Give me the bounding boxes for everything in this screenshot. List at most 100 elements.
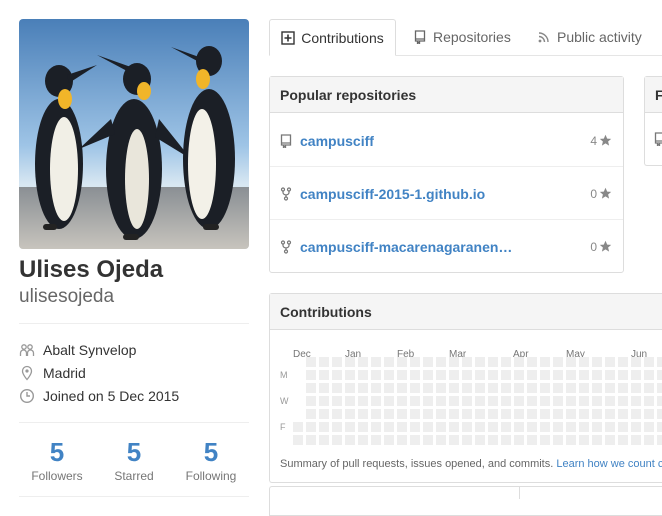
contribution-day-cell[interactable] (384, 383, 394, 393)
contribution-day-cell[interactable] (462, 383, 472, 393)
contribution-day-cell[interactable] (384, 409, 394, 419)
contribution-day-cell[interactable] (397, 435, 407, 445)
contribution-day-cell[interactable] (384, 422, 394, 432)
contribution-day-cell[interactable] (566, 409, 576, 419)
contribution-day-cell[interactable] (423, 357, 433, 367)
stat-followers[interactable]: 5 Followers (19, 438, 95, 483)
contribution-day-cell[interactable] (514, 370, 524, 380)
contribution-day-cell[interactable] (449, 370, 459, 380)
contribution-day-cell[interactable] (358, 435, 368, 445)
contribution-day-cell[interactable] (475, 409, 485, 419)
contribution-day-cell[interactable] (592, 409, 602, 419)
contribution-day-cell[interactable] (618, 357, 628, 367)
contribution-day-cell[interactable] (657, 357, 662, 367)
repo-name-link[interactable]: campusciff-2015-1.github.io (300, 186, 518, 202)
contribution-day-cell[interactable] (345, 422, 355, 432)
contribution-day-cell[interactable] (436, 435, 446, 445)
contribution-day-cell[interactable] (319, 370, 329, 380)
contribution-day-cell[interactable] (358, 357, 368, 367)
contribution-day-cell[interactable] (449, 435, 459, 445)
contribution-day-cell[interactable] (644, 435, 654, 445)
contribution-day-cell[interactable] (345, 435, 355, 445)
contribution-day-cell[interactable] (488, 435, 498, 445)
contribution-day-cell[interactable] (397, 383, 407, 393)
contribution-day-cell[interactable] (579, 422, 589, 432)
contribution-day-cell[interactable] (306, 370, 316, 380)
contribution-day-cell[interactable] (488, 396, 498, 406)
contribution-day-cell[interactable] (410, 422, 420, 432)
contribution-day-cell[interactable] (657, 422, 662, 432)
repo-item[interactable]: campusciff-macarenagaranen… 0 (270, 220, 623, 273)
contribution-day-cell[interactable] (644, 409, 654, 419)
contribution-day-cell[interactable] (358, 370, 368, 380)
contribution-day-cell[interactable] (449, 357, 459, 367)
tab-repositories[interactable]: Repositories (413, 19, 511, 55)
contribution-day-cell[interactable] (436, 383, 446, 393)
tab-public-activity[interactable]: Public activity (537, 19, 642, 55)
contribution-day-cell[interactable] (306, 409, 316, 419)
contribution-day-cell[interactable] (306, 383, 316, 393)
contribution-day-cell[interactable] (449, 422, 459, 432)
contribution-day-cell[interactable] (332, 409, 342, 419)
contribution-day-cell[interactable] (371, 370, 381, 380)
contribution-day-cell[interactable] (644, 357, 654, 367)
contribution-day-cell[interactable] (371, 435, 381, 445)
contribution-day-cell[interactable] (527, 409, 537, 419)
contribution-day-cell[interactable] (306, 357, 316, 367)
contribution-day-cell[interactable] (397, 396, 407, 406)
contribution-day-cell[interactable] (605, 396, 615, 406)
contribution-day-cell[interactable] (332, 422, 342, 432)
contribution-day-cell[interactable] (384, 357, 394, 367)
contribution-day-cell[interactable] (514, 383, 524, 393)
contribution-day-cell[interactable] (332, 435, 342, 445)
contribution-day-cell[interactable] (488, 383, 498, 393)
contribution-day-cell[interactable] (644, 396, 654, 406)
contribution-day-cell[interactable] (527, 370, 537, 380)
contribution-day-cell[interactable] (423, 409, 433, 419)
contribution-day-cell[interactable] (384, 370, 394, 380)
contribution-day-cell[interactable] (618, 396, 628, 406)
contribution-day-cell[interactable] (553, 435, 563, 445)
contribution-day-cell[interactable] (553, 357, 563, 367)
contribution-day-cell[interactable] (605, 383, 615, 393)
contribution-day-cell[interactable] (475, 396, 485, 406)
contribution-day-cell[interactable] (410, 435, 420, 445)
contribution-day-cell[interactable] (332, 396, 342, 406)
contribution-day-cell[interactable] (410, 383, 420, 393)
contribution-day-cell[interactable] (527, 396, 537, 406)
contribution-day-cell[interactable] (345, 357, 355, 367)
contribution-day-cell[interactable] (358, 396, 368, 406)
stat-following[interactable]: 5 Following (173, 438, 249, 483)
contribution-day-cell[interactable] (514, 409, 524, 419)
contribution-day-cell[interactable] (618, 370, 628, 380)
contribution-day-cell[interactable] (423, 435, 433, 445)
contribution-day-cell[interactable] (449, 409, 459, 419)
contribution-day-cell[interactable] (332, 357, 342, 367)
contribution-day-cell[interactable] (488, 357, 498, 367)
contribution-day-cell[interactable] (384, 396, 394, 406)
contribution-day-cell[interactable] (553, 370, 563, 380)
contribution-day-cell[interactable] (319, 409, 329, 419)
contribution-day-cell[interactable] (371, 383, 381, 393)
repo-item[interactable]: campusciff 4 (270, 114, 623, 167)
contribution-day-cell[interactable] (488, 422, 498, 432)
contribution-day-cell[interactable] (319, 383, 329, 393)
contribution-day-cell[interactable] (462, 435, 472, 445)
contribution-day-cell[interactable] (371, 357, 381, 367)
contribution-day-cell[interactable] (332, 370, 342, 380)
contribution-day-cell[interactable] (306, 422, 316, 432)
contribution-day-cell[interactable] (566, 357, 576, 367)
contribution-day-cell[interactable] (319, 396, 329, 406)
contribution-day-cell[interactable] (475, 383, 485, 393)
tab-contributions[interactable]: Contributions (269, 19, 396, 56)
contribution-day-cell[interactable] (566, 435, 576, 445)
contribution-day-cell[interactable] (579, 396, 589, 406)
contribution-day-cell[interactable] (644, 383, 654, 393)
contribution-day-cell[interactable] (566, 383, 576, 393)
contribution-day-cell[interactable] (306, 435, 316, 445)
contribution-day-cell[interactable] (592, 357, 602, 367)
contribution-day-cell[interactable] (605, 422, 615, 432)
contribution-day-cell[interactable] (384, 435, 394, 445)
contribution-day-cell[interactable] (631, 422, 641, 432)
contribution-day-cell[interactable] (436, 409, 446, 419)
